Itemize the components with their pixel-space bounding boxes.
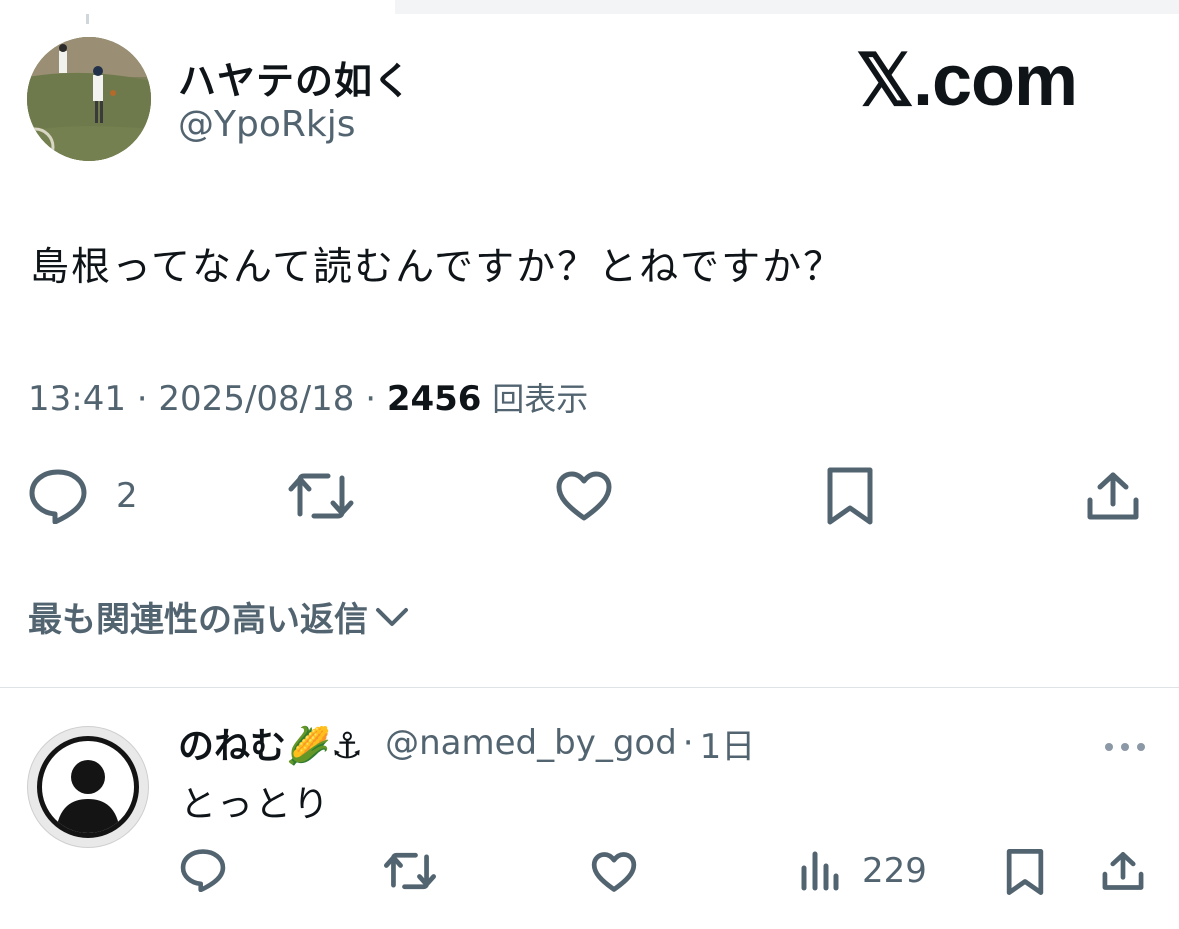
chevron-down-icon [376, 607, 408, 626]
reply-views-button[interactable]: 229 [800, 850, 927, 892]
x-com-logo-text: 𝕏.com [856, 41, 1078, 121]
reply-retweet-button[interactable] [384, 850, 436, 892]
reply-meta-separator: · [682, 723, 694, 763]
share-icon [1087, 472, 1139, 520]
share-button[interactable] [1085, 470, 1141, 522]
bookmark-icon [827, 467, 873, 525]
tweet-date[interactable]: 2025/08/18 [158, 379, 354, 419]
top-edge-mark [86, 14, 89, 24]
tweet-time[interactable]: 13:41 [28, 379, 126, 419]
reply-button[interactable]: 2 [28, 468, 138, 524]
heart-icon [556, 471, 612, 521]
tweet-views-label: 回表示 [492, 380, 589, 418]
reply-sort-label: 最も関連性の高い返信 [28, 600, 368, 640]
reply-reply-button[interactable] [180, 848, 226, 892]
retweet-icon [288, 473, 354, 519]
default-avatar-circle [37, 736, 139, 838]
reply-author-avatar[interactable] [27, 726, 149, 848]
more-options-button[interactable] [1103, 738, 1147, 757]
section-divider [0, 687, 1179, 688]
reply-author-handle[interactable]: @named_by_god [385, 723, 677, 763]
author-handle[interactable]: @YpoRkjs [178, 104, 356, 145]
share-icon [1102, 852, 1144, 890]
default-user-icon [56, 760, 120, 833]
meta-separator: · [136, 379, 159, 419]
retweet-button[interactable] [288, 470, 354, 522]
tweet-views-count: 2456 [386, 379, 482, 419]
author-avatar[interactable] [27, 37, 151, 161]
more-dots-icon [1105, 743, 1145, 751]
heart-icon [591, 852, 637, 892]
reply-count: 2 [116, 476, 138, 516]
bookmark-button[interactable] [826, 466, 874, 526]
reply-header: のねむ🌽⚓ @named_by_god · 1日 [178, 717, 755, 769]
author-display-name[interactable]: ハヤテの如く [178, 50, 412, 105]
like-button[interactable] [555, 470, 613, 522]
reply-author-display-name[interactable]: のねむ🌽⚓ [178, 717, 363, 769]
reply-share-button[interactable] [1101, 850, 1145, 892]
top-edge-strip [395, 0, 1179, 14]
speech-bubble-icon [180, 849, 226, 892]
retweet-icon [384, 852, 436, 890]
tweet-metadata: 13:41 · 2025/08/18 · 2456 回表示 [28, 374, 588, 420]
speech-bubble-icon [29, 469, 87, 524]
reply-sort-dropdown[interactable]: 最も関連性の高い返信 [28, 592, 410, 641]
reply-time[interactable]: 1日 [700, 719, 756, 768]
bookmark-icon [1006, 849, 1044, 895]
tweet-text: 島根ってなんて読むんですか？とねですか？ [30, 245, 845, 290]
reply-text: とっとり [180, 784, 331, 825]
bar-chart-icon [801, 851, 839, 891]
reply-views-count: 229 [862, 851, 927, 891]
reply-bookmark-button[interactable] [1006, 848, 1044, 896]
meta-separator: · [365, 379, 387, 419]
reply-like-button[interactable] [591, 851, 637, 893]
avatar-photo [27, 37, 151, 161]
x-com-logo: 𝕏.com [856, 41, 1116, 121]
